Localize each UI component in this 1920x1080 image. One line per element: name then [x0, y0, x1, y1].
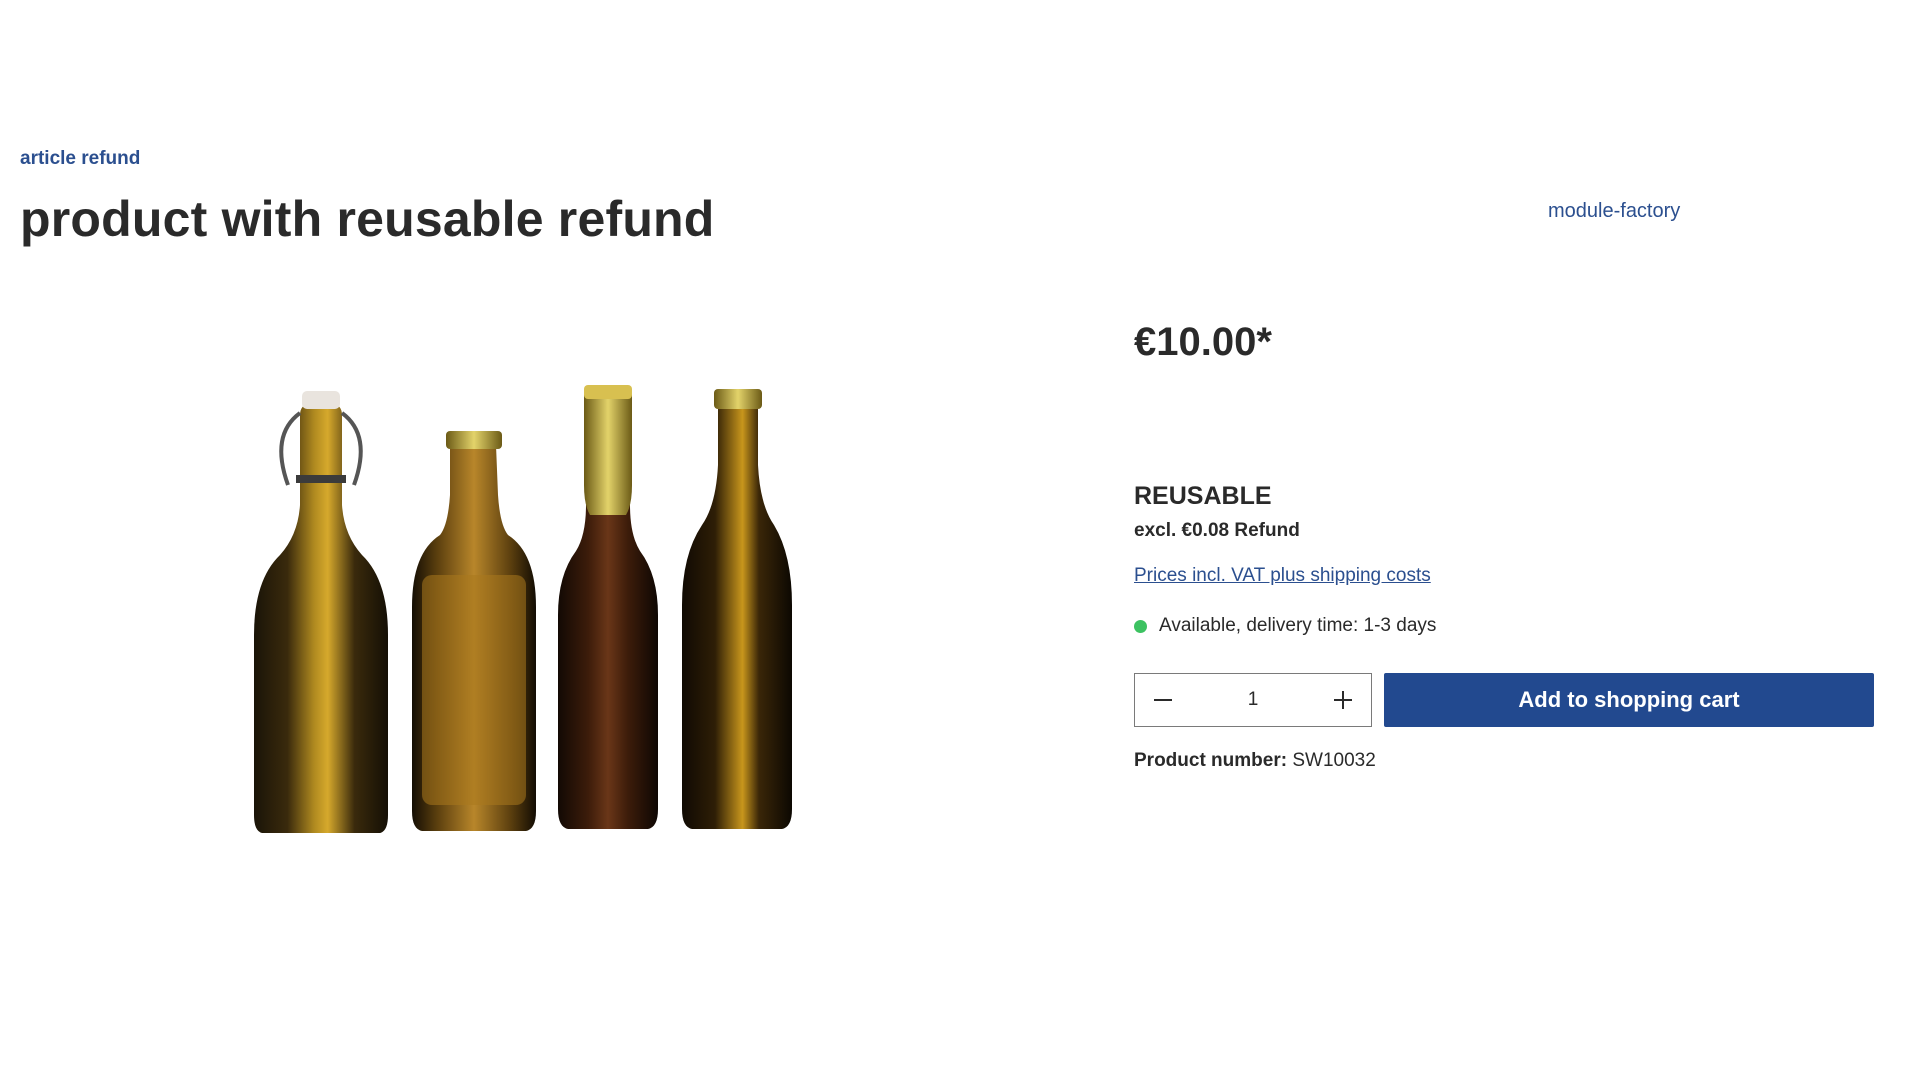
add-to-cart-button[interactable]: Add to shopping cart: [1384, 673, 1874, 727]
deposit-price: excl. €0.08 Refund: [1134, 520, 1300, 541]
product-image[interactable]: [240, 375, 860, 835]
delivery-text: Available, delivery time: 1-3 days: [1159, 615, 1437, 636]
delivery-information: Available, delivery time: 1-3 days: [1134, 615, 1436, 637]
availability-status-icon: [1134, 619, 1147, 633]
manufacturer-link[interactable]: module-factory: [1548, 200, 1680, 223]
product-number-value: SW10032: [1292, 750, 1376, 771]
product-title: product with reusable refund: [20, 191, 715, 247]
plus-icon: [1334, 691, 1352, 709]
category-link[interactable]: article refund: [20, 148, 140, 170]
product-number-label: Product number:: [1134, 750, 1288, 771]
quantity-stepper: [1134, 673, 1372, 727]
product-number: Product number: SW10032: [1134, 750, 1376, 772]
swingtop-bottle: [254, 391, 388, 833]
tall-bottle: [682, 389, 792, 829]
minus-icon: [1154, 699, 1172, 701]
stubby-bottle: [412, 431, 536, 831]
quantity-increase-button[interactable]: [1315, 674, 1371, 726]
longneck-bottle: [558, 385, 658, 829]
product-price: €10.00*: [1134, 320, 1272, 364]
tax-shipping-link[interactable]: Prices incl. VAT plus shipping costs: [1134, 565, 1431, 587]
quantity-decrease-button[interactable]: [1135, 674, 1191, 726]
quantity-input[interactable]: [1221, 688, 1285, 712]
deposit-type: REUSABLE: [1134, 482, 1272, 510]
bottles-image: [254, 385, 792, 833]
product-detail-page: article refund product with reusable ref…: [0, 0, 1920, 1080]
